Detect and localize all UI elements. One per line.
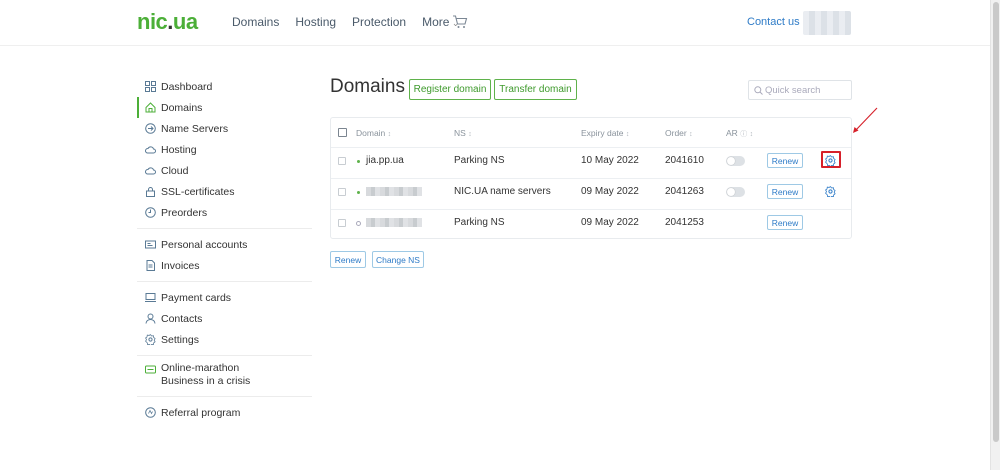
- person-icon: [145, 313, 156, 324]
- order-number: 2041263: [665, 186, 704, 197]
- column-header-domain[interactable]: Domain ↕: [356, 128, 391, 138]
- sidebar-item-name-servers[interactable]: Name Servers: [137, 118, 312, 139]
- expiry-date-value: 09 May 2022: [581, 217, 639, 228]
- select-all-checkbox[interactable]: [338, 128, 347, 137]
- sort-icon: ↕: [387, 131, 392, 138]
- sidebar-divider: [137, 228, 312, 229]
- vertical-scrollbar[interactable]: [990, 0, 1000, 470]
- gear-icon[interactable]: [825, 186, 836, 197]
- info-icon: ⓘ: [740, 131, 748, 138]
- annotation-arrow-icon: [853, 107, 878, 133]
- expiry-date-value: 09 May 2022: [581, 186, 639, 197]
- bulk-renew-button[interactable]: Renew: [330, 251, 366, 268]
- sidebar-item-settings[interactable]: Settings: [137, 329, 312, 350]
- auto-renew-toggle[interactable]: [726, 156, 745, 166]
- nic-ua-logo[interactable]: nic.ua: [137, 9, 198, 35]
- row-checkbox[interactable]: [338, 188, 346, 196]
- laptop-card-icon: [145, 293, 156, 302]
- sort-icon: ↕: [689, 131, 693, 138]
- arrow-right-circle-icon: [145, 123, 156, 134]
- page-title: Domains: [330, 76, 405, 97]
- cloud-icon: [145, 146, 156, 154]
- status-dot-icon: [356, 221, 361, 226]
- status-dot-icon: [357, 191, 360, 194]
- lock-icon: [146, 187, 155, 197]
- sidebar-item-contacts[interactable]: Contacts: [137, 308, 312, 329]
- row-divider: [331, 178, 851, 179]
- page: nic.ua Domains Hosting Protection More C…: [0, 0, 990, 470]
- sidebar-divider: [137, 281, 312, 282]
- sort-icon: ↕: [468, 131, 472, 138]
- renew-button[interactable]: Renew: [767, 215, 803, 230]
- sidebar-item-preorders[interactable]: Preorders: [137, 202, 312, 223]
- nav-domains[interactable]: Domains: [232, 15, 279, 29]
- sidebar: Dashboard Domains Name Servers Hosting C…: [137, 76, 312, 423]
- renew-button[interactable]: Renew: [767, 153, 803, 168]
- ns-value: NIC.UA name servers: [454, 186, 551, 197]
- row-divider: [331, 209, 851, 210]
- auto-renew-toggle[interactable]: [726, 187, 745, 197]
- referral-icon: [145, 407, 156, 418]
- register-domain-button[interactable]: Register domain: [409, 79, 491, 100]
- sidebar-item-hosting[interactable]: Hosting: [137, 139, 312, 160]
- sidebar-item-cloud[interactable]: Cloud: [137, 160, 312, 181]
- ns-value: Parking NS: [454, 217, 505, 228]
- status-dot-icon: [357, 160, 360, 163]
- sidebar-item-invoices[interactable]: Invoices: [137, 255, 312, 276]
- row-checkbox[interactable]: [338, 157, 346, 165]
- order-number: 2041253: [665, 217, 704, 228]
- order-number: 2041610: [665, 155, 704, 166]
- top-header: nic.ua Domains Hosting Protection More C…: [0, 0, 990, 46]
- sort-icon: ↕: [749, 131, 754, 138]
- cloud-icon: [145, 167, 156, 175]
- sort-icon: ↕: [625, 131, 630, 138]
- main-nav: Domains Hosting Protection More: [232, 15, 475, 29]
- badge-icon: [145, 365, 156, 374]
- quick-search-input[interactable]: Quick search: [748, 80, 852, 100]
- nav-protection[interactable]: Protection: [352, 15, 406, 29]
- dashboard-icon: [145, 81, 156, 92]
- bulk-change-ns-button[interactable]: Change NS: [372, 251, 424, 268]
- renew-button[interactable]: Renew: [767, 184, 803, 199]
- row-checkbox[interactable]: [338, 219, 346, 227]
- nav-hosting[interactable]: Hosting: [295, 15, 336, 29]
- sidebar-item-domains[interactable]: Domains: [137, 97, 312, 118]
- ns-value: Parking NS: [454, 155, 505, 166]
- document-icon: [146, 260, 155, 271]
- column-header-ar[interactable]: AR ⓘ ↕: [726, 128, 753, 139]
- sidebar-item-online-marathon[interactable]: Online-marathon Business in a crisis: [137, 361, 312, 391]
- scrollbar-thumb[interactable]: [993, 2, 999, 442]
- user-avatar[interactable]: [803, 11, 851, 35]
- column-header-expiry-date[interactable]: Expiry date ↕: [581, 128, 629, 138]
- clock-icon: [145, 207, 156, 218]
- cart-icon[interactable]: [452, 14, 468, 30]
- column-header-order[interactable]: Order ↕: [665, 128, 693, 138]
- sidebar-item-payment-cards[interactable]: Payment cards: [137, 287, 312, 308]
- sidebar-item-referral-program[interactable]: Referral program: [137, 402, 312, 423]
- sidebar-divider: [137, 355, 312, 356]
- row-divider: [331, 147, 851, 148]
- gear-icon: [145, 334, 156, 345]
- home-icon: [145, 102, 156, 113]
- transfer-domain-button[interactable]: Transfer domain: [494, 79, 577, 100]
- sidebar-item-personal-accounts[interactable]: Personal accounts: [137, 234, 312, 255]
- sidebar-item-ssl-certificates[interactable]: SSL-certificates: [137, 181, 312, 202]
- domain-name-redacted[interactable]: [366, 187, 422, 196]
- expiry-date-value: 10 May 2022: [581, 155, 639, 166]
- domains-table: Domain ↕ NS ↕ Expiry date ↕ Order ↕ AR ⓘ…: [330, 117, 852, 239]
- sidebar-divider: [137, 396, 312, 397]
- search-icon: [754, 86, 763, 95]
- contact-us-link[interactable]: Contact us: [747, 16, 800, 28]
- domain-name-redacted[interactable]: [366, 218, 422, 227]
- sidebar-item-dashboard[interactable]: Dashboard: [137, 76, 312, 97]
- column-header-ns[interactable]: NS ↕: [454, 128, 472, 138]
- id-card-icon: [145, 240, 156, 249]
- highlight-box: [821, 151, 841, 168]
- domain-name-link[interactable]: jia.pp.ua: [366, 155, 404, 166]
